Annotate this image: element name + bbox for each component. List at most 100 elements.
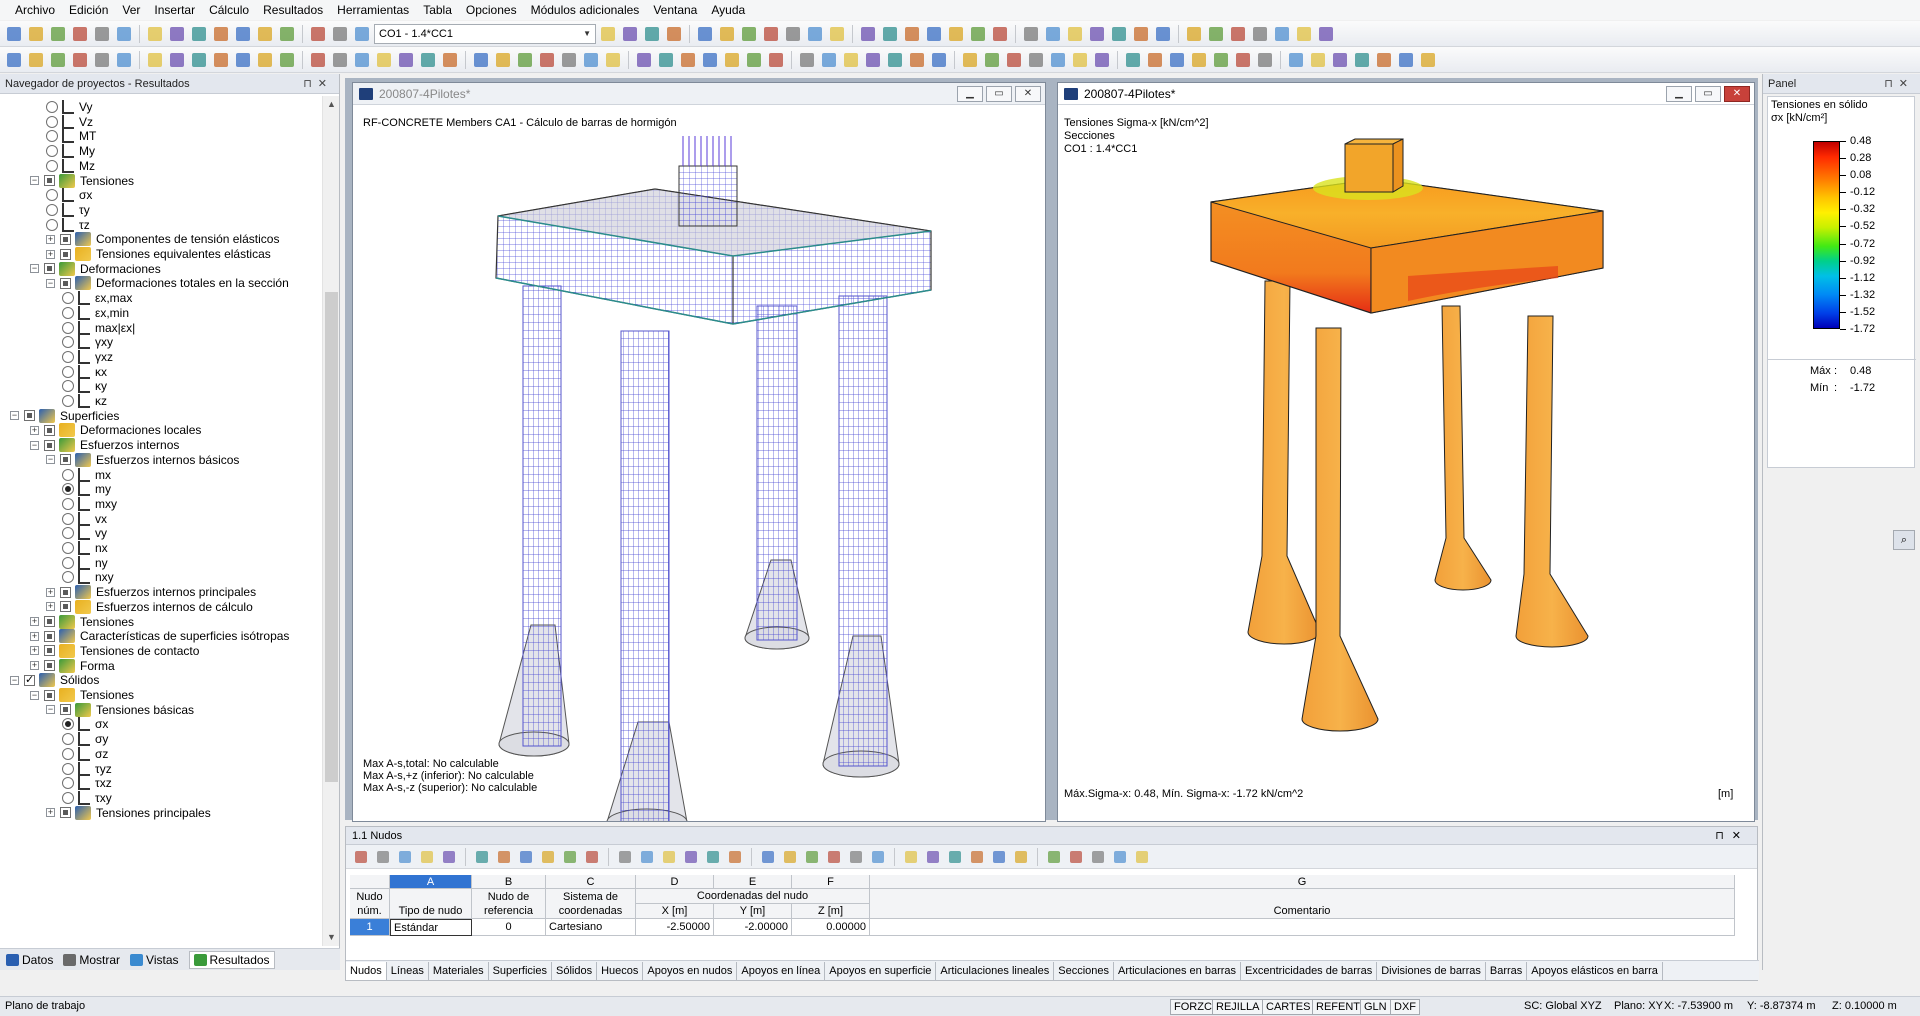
menu-item[interactable]: Ver bbox=[115, 0, 147, 20]
checkbox[interactable] bbox=[44, 689, 55, 701]
toolbar-button[interactable] bbox=[634, 50, 654, 70]
checkbox[interactable] bbox=[60, 248, 71, 260]
radio-button[interactable] bbox=[62, 350, 74, 363]
window-titlebar[interactable]: 200807-4Pilotes* bbox=[353, 83, 1045, 105]
window-titlebar[interactable]: 200807-4Pilotes* bbox=[1058, 83, 1754, 105]
maximize-button[interactable]: ▭ bbox=[986, 86, 1012, 102]
expand-icon[interactable]: + bbox=[30, 661, 39, 671]
toolbar-button[interactable] bbox=[26, 50, 46, 70]
toolbar-button[interactable] bbox=[1004, 50, 1024, 70]
toolbar-button[interactable] bbox=[1145, 50, 1165, 70]
toolbar-button[interactable] bbox=[797, 50, 817, 70]
checkbox[interactable] bbox=[60, 277, 71, 289]
table-tab-12[interactable]: Excentricidades de barras bbox=[1241, 961, 1378, 980]
table-tab-7[interactable]: Apoyos en línea bbox=[737, 961, 826, 980]
toolbar-button[interactable] bbox=[946, 24, 966, 44]
toolbar-button[interactable] bbox=[114, 24, 134, 44]
toolbar-button[interactable] bbox=[744, 50, 764, 70]
model-window-concrete[interactable]: 200807-4Pilotes* ▁ ▭ ✕ RF-CONCRETE Membe… bbox=[352, 82, 1046, 822]
checkbox[interactable] bbox=[44, 439, 55, 451]
pin-close-icons[interactable]: ⊓✕ bbox=[303, 74, 333, 93]
table-tool-button[interactable] bbox=[902, 848, 920, 866]
toolbar-button[interactable] bbox=[603, 50, 623, 70]
table-tool-button[interactable] bbox=[682, 848, 700, 866]
toolbar-button[interactable] bbox=[1043, 24, 1063, 44]
table-tool-button[interactable] bbox=[1111, 848, 1129, 866]
radio-button[interactable] bbox=[46, 203, 58, 216]
toolbar-button[interactable] bbox=[537, 50, 557, 70]
checkbox[interactable] bbox=[44, 660, 55, 672]
toolbar-button[interactable] bbox=[1330, 50, 1350, 70]
radio-button[interactable] bbox=[62, 733, 74, 746]
toolbar-button[interactable] bbox=[352, 50, 372, 70]
table-tab-3[interactable]: Superficies bbox=[489, 961, 552, 980]
radio-button[interactable] bbox=[62, 497, 74, 510]
toolbar-button[interactable] bbox=[167, 24, 187, 44]
radio-button[interactable] bbox=[62, 762, 74, 775]
toolbar-button[interactable] bbox=[277, 50, 297, 70]
toolbar-button[interactable] bbox=[255, 24, 275, 44]
menu-item[interactable]: Ayuda bbox=[704, 0, 752, 20]
table-tab-1[interactable]: Líneas bbox=[387, 961, 429, 980]
toolbar-button[interactable] bbox=[255, 50, 275, 70]
toolbar-button[interactable] bbox=[1109, 24, 1129, 44]
toolbar-button[interactable] bbox=[1167, 50, 1187, 70]
collapse-icon[interactable]: − bbox=[30, 176, 39, 185]
toolbar-button[interactable] bbox=[308, 24, 328, 44]
toolbar-button[interactable] bbox=[211, 24, 231, 44]
table-tool-button[interactable] bbox=[1133, 848, 1151, 866]
radio-button[interactable] bbox=[46, 189, 58, 202]
expand-icon[interactable]: + bbox=[30, 617, 39, 626]
radio-button[interactable] bbox=[62, 380, 74, 393]
radio-button[interactable] bbox=[46, 145, 58, 158]
toolbar-button[interactable] bbox=[982, 50, 1002, 70]
toolbar-button[interactable] bbox=[960, 50, 980, 70]
cell-y[interactable]: -2.00000 bbox=[714, 919, 792, 936]
toolbar-button[interactable] bbox=[493, 50, 513, 70]
status-toggle-cartes[interactable]: CARTES bbox=[1262, 999, 1315, 1015]
checkbox[interactable] bbox=[60, 601, 71, 613]
cell-comment[interactable] bbox=[870, 919, 1735, 936]
table-tab-13[interactable]: Divisiones de barras bbox=[1377, 961, 1486, 980]
toolbar-button[interactable] bbox=[352, 24, 372, 44]
toolbar-button[interactable] bbox=[114, 50, 134, 70]
table-tool-button[interactable] bbox=[704, 848, 722, 866]
menu-item[interactable]: Tabla bbox=[416, 0, 459, 20]
menu-item[interactable]: Ventana bbox=[646, 0, 704, 20]
cell-x[interactable]: -2.50000 bbox=[636, 919, 714, 936]
toolbar-button[interactable] bbox=[70, 50, 90, 70]
table-tab-0[interactable]: Nudos bbox=[346, 961, 387, 980]
toolbar-button[interactable] bbox=[1184, 24, 1204, 44]
toolbar-button[interactable] bbox=[581, 50, 601, 70]
toolbar-button[interactable] bbox=[761, 24, 781, 44]
toolbar-button[interactable] bbox=[1211, 50, 1231, 70]
radio-button[interactable] bbox=[62, 791, 74, 804]
toolbar-button[interactable] bbox=[1352, 50, 1372, 70]
toolbar-button[interactable] bbox=[700, 50, 720, 70]
toolbar-button[interactable] bbox=[1065, 24, 1085, 44]
toolbar-button[interactable] bbox=[924, 24, 944, 44]
checkbox[interactable] bbox=[44, 630, 55, 642]
close-button[interactable]: ✕ bbox=[1015, 86, 1041, 102]
toolbar-button[interactable] bbox=[885, 50, 905, 70]
toolbar-button[interactable] bbox=[211, 50, 231, 70]
scroll-thumb[interactable] bbox=[325, 292, 338, 782]
collapse-icon[interactable]: − bbox=[46, 705, 55, 715]
toolbar-button[interactable] bbox=[902, 24, 922, 44]
radio-button[interactable] bbox=[62, 777, 74, 790]
navigator-scrollbar[interactable]: ▲ ▼ bbox=[322, 96, 339, 946]
toolbar-button[interactable] bbox=[858, 24, 878, 44]
collapse-icon[interactable]: − bbox=[30, 440, 39, 450]
toolbar-button[interactable] bbox=[559, 50, 579, 70]
status-toggle-gln[interactable]: GLN bbox=[1360, 999, 1391, 1015]
toolbar-button[interactable] bbox=[990, 24, 1010, 44]
toolbar-button[interactable] bbox=[440, 50, 460, 70]
toolbar-button[interactable] bbox=[695, 24, 715, 44]
toolbar-button[interactable] bbox=[907, 50, 927, 70]
toolbar-button[interactable] bbox=[1316, 24, 1336, 44]
toolbar-button[interactable] bbox=[1092, 50, 1112, 70]
collapse-icon[interactable]: − bbox=[46, 455, 55, 465]
toolbar-button[interactable] bbox=[929, 50, 949, 70]
table-tool-button[interactable] bbox=[1089, 848, 1107, 866]
toolbar-button[interactable] bbox=[1206, 24, 1226, 44]
